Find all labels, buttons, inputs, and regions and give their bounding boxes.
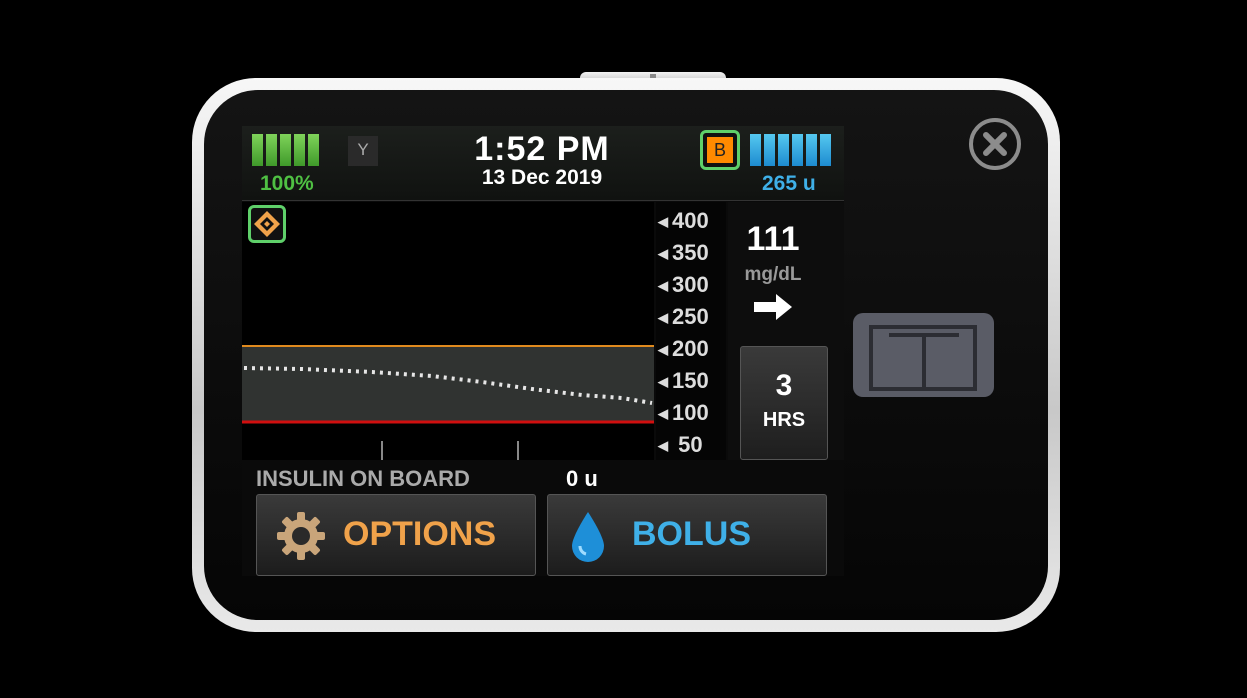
bolus-button[interactable]: BOLUS (547, 494, 827, 576)
close-icon[interactable] (967, 116, 1023, 172)
t-logo-button[interactable] (853, 313, 994, 397)
axis-tick: ◀ 150 (658, 368, 709, 393)
options-label: OPTIONS (343, 515, 497, 553)
axis-tick: ◀ 400 (658, 208, 709, 233)
insulin-units: 265 u (762, 172, 816, 195)
clock-time: 1:52 PM (474, 130, 610, 168)
target-range-band (242, 346, 654, 422)
axis-tick: ◀ 300 (658, 272, 709, 297)
glucose-readout: 111 mg/dL 3 HRS (728, 202, 844, 460)
graph-hours-label: HRS (762, 409, 806, 431)
gear-icon (275, 510, 327, 567)
battery-percent: 100% (260, 172, 314, 195)
clock-date: 13 Dec 2019 (481, 166, 603, 189)
basal-badge-label: B (707, 137, 733, 163)
cgm-diamond-icon (254, 211, 280, 237)
status-bar: 100% Y 1:52 PM 13 Dec 2019 B 265 u (242, 126, 844, 201)
axis-tick: ◀ 200 (658, 336, 709, 361)
bolus-label: BOLUS (632, 515, 751, 553)
axis-tick: ◀ 250 (658, 304, 709, 329)
glucose-axis: ◀ 400 ◀ 350 ◀ 300 ◀ 250 ◀ 200 ◀ 150 ◀ 100 ◀ 50 (656, 202, 726, 460)
axis-tick: ◀ 50 (658, 432, 703, 457)
water-drop-icon (568, 510, 608, 569)
axis-tick: ◀ 100 (658, 400, 709, 425)
battery-icon (252, 134, 319, 166)
iob-label: INSULIN ON BOARD (256, 466, 470, 491)
axis-tick: ◀ 350 (658, 240, 709, 265)
glucose-value: 111 (746, 220, 800, 258)
iob-value: 0 u (566, 466, 598, 491)
cgm-sensor-badge[interactable] (248, 205, 286, 243)
options-button[interactable]: OPTIONS (256, 494, 536, 576)
antenna-icon: Y (348, 136, 378, 166)
pump-screen: 100% Y 1:52 PM 13 Dec 2019 B 265 u ◀ 400… (242, 126, 844, 576)
insulin-cartridge-icon (750, 134, 831, 166)
graph-hours-button[interactable]: 3 HRS (740, 346, 828, 460)
graph-hours-value: 3 (775, 369, 793, 402)
basal-badge[interactable]: B (700, 130, 740, 170)
glucose-unit: mg/dL (744, 264, 802, 285)
cgm-graph[interactable] (242, 202, 654, 460)
right-arrow-icon (752, 292, 794, 327)
